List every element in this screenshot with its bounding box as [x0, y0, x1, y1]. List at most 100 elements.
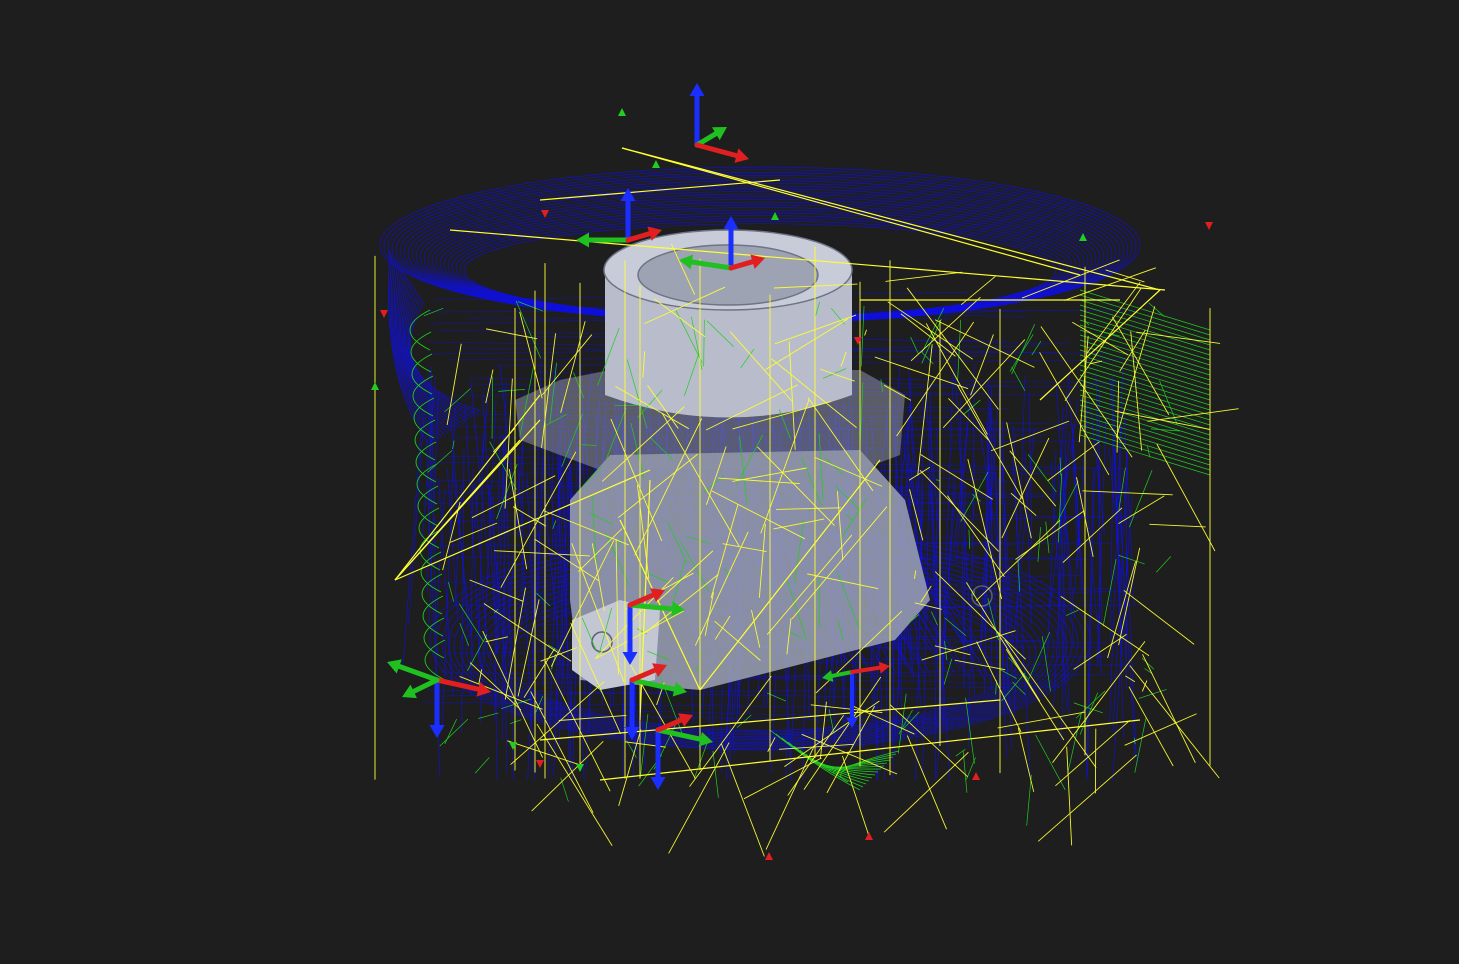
rapid-stroke — [1066, 746, 1073, 846]
rapid-stroke — [1149, 523, 1206, 528]
lead-stroke — [935, 479, 941, 481]
rapid-stroke — [721, 743, 765, 857]
rapid-stroke — [743, 757, 822, 800]
retract-arrow-up-icon — [1079, 233, 1087, 241]
retract-arrow-down-icon — [536, 760, 544, 768]
lead-stroke — [1037, 527, 1041, 562]
lead-stroke — [515, 300, 542, 359]
retract-arrow-up-icon — [765, 852, 773, 860]
toolpath-stroke — [1096, 415, 1107, 668]
rapid-stroke — [1136, 331, 1221, 344]
lead-stroke — [427, 450, 453, 473]
rapid-stroke — [1017, 727, 1035, 792]
rapid-stroke — [508, 468, 528, 570]
rapid-stroke — [523, 648, 555, 698]
rapid-stroke — [485, 328, 538, 340]
retract-arrow-down-icon — [1205, 222, 1213, 230]
lead-stroke — [509, 719, 522, 725]
rapid-move — [599, 719, 1141, 781]
rapid-stroke — [841, 755, 870, 838]
rapid-stroke — [1010, 492, 1037, 516]
x-axis-arrow-icon — [694, 142, 749, 163]
rapid-stroke — [1128, 686, 1174, 767]
lead-line — [1079, 369, 1211, 411]
rapid-stroke — [819, 701, 827, 759]
3d-viewport[interactable] — [0, 0, 1459, 964]
lead-stroke — [1059, 457, 1062, 476]
rapid-stroke — [885, 271, 963, 282]
retract-arrow-up-icon — [972, 772, 980, 780]
lead-stroke — [439, 718, 469, 747]
retract-arrow-down-icon — [509, 742, 517, 750]
toolpath-stroke — [1123, 414, 1135, 605]
lead-line — [1079, 294, 1211, 336]
y-axis-arrow-icon — [694, 127, 727, 148]
lead-stroke — [910, 336, 919, 355]
lead-arc — [417, 485, 439, 527]
lead-stroke — [968, 529, 971, 549]
rapid-stroke — [1142, 654, 1196, 764]
toolpath-stroke — [963, 481, 966, 689]
toolpath-stroke — [1118, 494, 1136, 757]
rapid-stroke — [1129, 665, 1220, 779]
retract-arrow-up-icon — [371, 382, 379, 390]
rapid-stroke — [1111, 316, 1170, 416]
lead-line — [1079, 299, 1211, 341]
fixture-y-arrow-icon — [402, 677, 440, 699]
rapid-stroke — [540, 647, 578, 662]
rapid-stroke — [917, 344, 933, 476]
toolpath-stroke — [402, 426, 422, 665]
rapid-stroke — [921, 630, 1016, 661]
lead-line — [1079, 364, 1211, 406]
rapid-stroke — [536, 723, 613, 846]
rapid-stroke — [906, 735, 947, 830]
x-axis-arrow-icon — [434, 677, 491, 697]
lead-line — [1079, 349, 1211, 391]
toolpath-stroke — [943, 373, 954, 638]
lead-stroke — [712, 750, 719, 798]
lead-stroke — [1011, 366, 1026, 391]
lead-stroke — [921, 351, 934, 365]
rapid-stroke — [997, 711, 1086, 729]
rapid-stroke — [1082, 490, 1173, 496]
lead-stroke — [963, 399, 981, 415]
lead-stroke — [1011, 324, 1035, 375]
rapid-stroke — [784, 700, 880, 767]
retract-arrow-down-icon — [854, 337, 862, 345]
lead-stroke — [1128, 469, 1153, 528]
rapid-stroke — [1123, 590, 1195, 645]
toolpath-scene[interactable] — [0, 0, 1459, 964]
y-axis-arrow-icon — [576, 232, 631, 248]
toolpath-stroke — [1110, 428, 1114, 642]
lead-line — [1079, 344, 1211, 386]
lead-arc — [422, 595, 444, 637]
lead-stroke — [955, 748, 966, 757]
lead-arc — [409, 309, 431, 351]
world-origin-triad[interactable] — [689, 83, 750, 163]
toolpath-stroke — [999, 427, 1014, 645]
rapid-stroke — [883, 751, 969, 833]
lead-line — [1079, 359, 1211, 401]
retract-arrow-down-icon — [380, 310, 388, 318]
z-axis-arrow-icon — [689, 83, 705, 148]
lead-stroke — [448, 581, 454, 602]
rapid-stroke — [1124, 713, 1197, 746]
retract-arrow-up-icon — [865, 832, 873, 840]
lead-stroke — [1066, 609, 1079, 616]
lead-stroke — [1141, 657, 1155, 670]
toolpath-stroke — [986, 421, 999, 684]
retract-arrow-up-icon — [618, 108, 626, 116]
fixture-frame[interactable] — [387, 659, 491, 738]
lead-stroke — [944, 617, 967, 636]
rapid-stroke — [446, 343, 462, 426]
toolpath-stroke — [474, 483, 489, 659]
rapid-stroke — [1073, 633, 1127, 670]
lead-stroke — [1148, 302, 1165, 317]
lead-stroke — [1075, 690, 1106, 719]
lead-line — [1079, 354, 1211, 396]
rapid-stroke — [531, 741, 604, 812]
lead-stroke — [1156, 556, 1172, 573]
retract-arrow-down-icon — [576, 764, 584, 772]
lead-stroke — [1134, 718, 1147, 773]
toolpath-stroke — [497, 434, 505, 653]
